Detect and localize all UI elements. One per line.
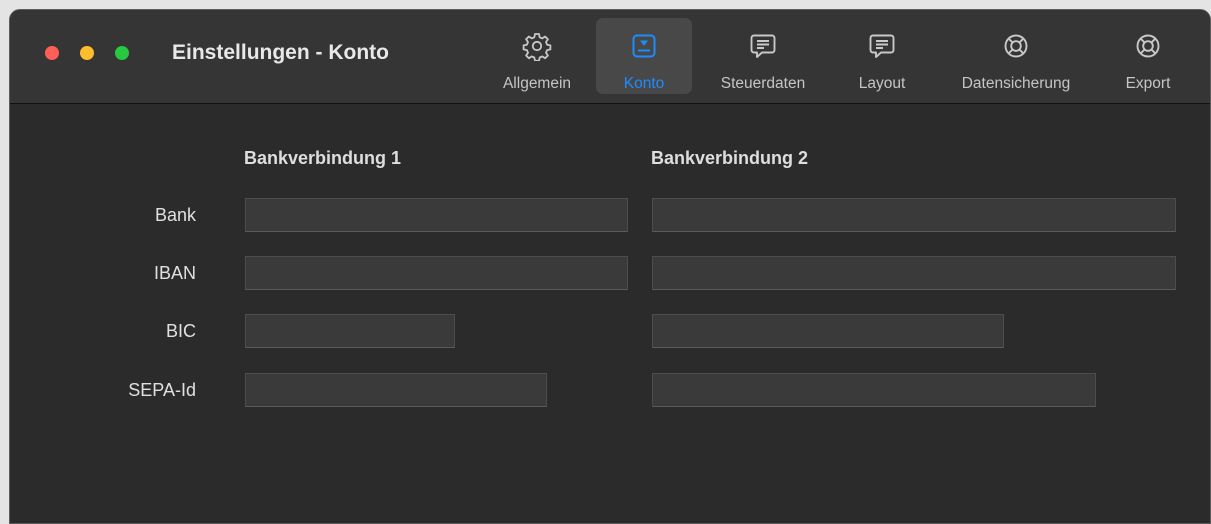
toolbar-item-layout[interactable]: Layout	[840, 18, 924, 94]
account-card-icon	[629, 31, 659, 61]
iban-1-field[interactable]	[245, 256, 628, 290]
iban-2-field[interactable]	[652, 256, 1176, 290]
lifebuoy-icon	[1001, 31, 1031, 61]
gear-icon	[522, 31, 552, 61]
toolbar-item-steuerdaten[interactable]: Steuerdaten	[698, 18, 828, 94]
iban-label: IBAN	[153, 263, 196, 283]
close-window-button[interactable]	[45, 46, 59, 60]
sepa-id-label: SEPA-Id	[128, 380, 196, 400]
sepa-id-2-field[interactable]	[652, 373, 1096, 407]
bank-2-field[interactable]	[652, 198, 1176, 232]
toolbar-item-allgemein[interactable]: Allgemein	[484, 18, 590, 94]
toolbar-label-datensicherung: Datensicherung	[961, 75, 1071, 92]
zoom-window-button[interactable]	[115, 46, 129, 60]
preferences-window: Einstellungen - Konto Allgemein Konto St…	[9, 9, 1211, 524]
speech-bubble-icon	[867, 31, 897, 61]
minimize-window-button[interactable]	[80, 46, 94, 60]
toolbar-item-datensicherung[interactable]: Datensicherung	[938, 18, 1094, 94]
toolbar-label-layout: Layout	[858, 75, 906, 92]
bic-2-field[interactable]	[652, 314, 1004, 348]
bank-1-field[interactable]	[245, 198, 628, 232]
bankverbindung-2-heading: Bankverbindung 2	[651, 148, 809, 168]
lifebuoy-icon	[1133, 31, 1163, 61]
bic-label: BIC	[165, 321, 196, 341]
toolbar-item-konto[interactable]: Konto	[596, 18, 692, 94]
bic-1-field[interactable]	[245, 314, 455, 348]
toolbar-label-konto: Konto	[623, 75, 665, 92]
sepa-id-1-field[interactable]	[245, 373, 547, 407]
bankverbindung-1-heading: Bankverbindung 1	[244, 148, 402, 168]
toolbar-label-allgemein: Allgemein	[502, 75, 572, 92]
title-bar: Einstellungen - Konto Allgemein Konto St…	[10, 10, 1210, 104]
bank-label: Bank	[154, 205, 196, 225]
toolbar-label-export: Export	[1125, 75, 1171, 92]
window-title: Einstellungen - Konto	[172, 41, 389, 64]
toolbar-label-steuerdaten: Steuerdaten	[720, 75, 806, 92]
speech-bubble-icon	[748, 31, 778, 61]
toolbar-item-export[interactable]: Export	[1110, 18, 1186, 94]
